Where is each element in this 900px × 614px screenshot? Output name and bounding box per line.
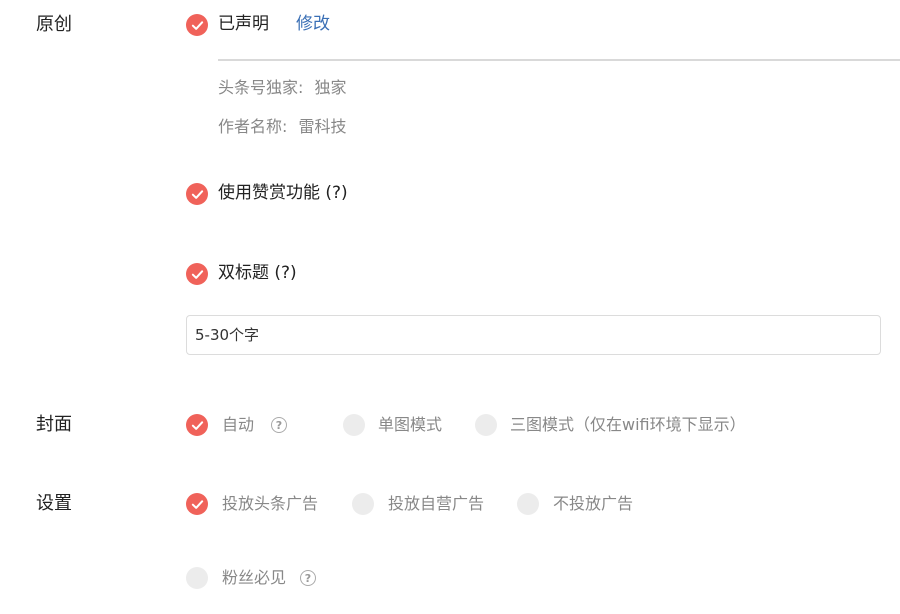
ad-self-radio[interactable]: [352, 493, 374, 515]
settings-section-label: 设置: [36, 493, 72, 514]
reward-label: 使用赞赏功能 (?): [218, 183, 348, 203]
declared-label: 已声明: [218, 14, 269, 34]
question-circle-icon[interactable]: ?: [271, 417, 287, 433]
ad-none-radio[interactable]: [517, 493, 539, 515]
cover-auto-label: 自动: [222, 415, 255, 434]
cover-section-label: 封面: [36, 414, 72, 435]
check-icon: [191, 499, 203, 509]
ad-none-label: 不投放广告: [553, 494, 634, 513]
cover-single-radio[interactable]: [343, 414, 365, 436]
check-icon: [191, 420, 203, 430]
original-section-label: 原创: [36, 14, 72, 35]
cover-triple-label: 三图模式（仅在wifi环境下显示）: [510, 415, 746, 434]
fans-only-checkbox[interactable]: [186, 567, 208, 589]
check-icon: [191, 20, 203, 30]
cover-single-label: 单图模式: [378, 415, 443, 434]
cover-triple-radio[interactable]: [475, 414, 497, 436]
exclusive-key: 头条号独家:: [218, 78, 304, 97]
cover-auto-radio[interactable]: [186, 414, 208, 436]
double-title-input[interactable]: [186, 315, 881, 355]
divider: [218, 59, 900, 61]
exclusive-row: 头条号独家: 独家: [218, 77, 347, 99]
ad-toutiao-label: 投放头条广告: [222, 494, 319, 513]
author-key: 作者名称:: [218, 117, 288, 136]
ad-toutiao-radio[interactable]: [186, 493, 208, 515]
check-icon: [191, 269, 203, 279]
reward-checkbox[interactable]: [186, 183, 208, 205]
declared-checkbox[interactable]: [186, 14, 208, 36]
author-value: 雷科技: [298, 117, 347, 136]
double-title-label: 双标题 (?): [218, 263, 297, 283]
double-title-checkbox[interactable]: [186, 263, 208, 285]
exclusive-value: 独家: [314, 78, 347, 97]
author-row: 作者名称: 雷科技: [218, 116, 347, 138]
question-circle-icon[interactable]: ?: [300, 570, 316, 586]
check-icon: [191, 189, 203, 199]
modify-link[interactable]: 修改: [296, 13, 330, 35]
fans-only-label: 粉丝必见: [222, 568, 287, 587]
ad-self-label: 投放自营广告: [388, 494, 485, 513]
